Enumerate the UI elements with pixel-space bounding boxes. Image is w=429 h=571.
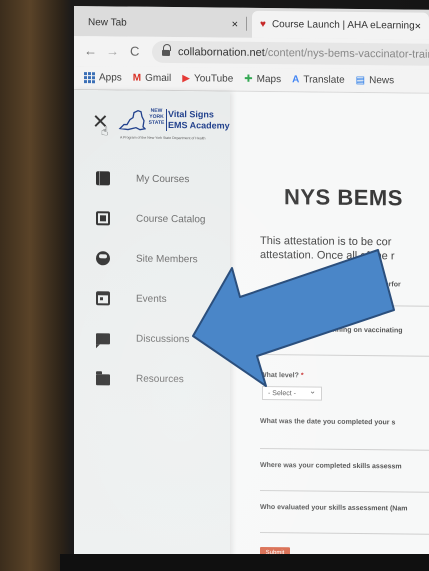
folder-icon — [96, 373, 110, 385]
required-mark: * — [300, 372, 304, 380]
menu-item-events[interactable]: Events — [74, 278, 230, 320]
translate-icon: A — [292, 74, 300, 86]
logo-state-text: NEW YORK STATE — [148, 107, 165, 126]
tab-new-tab[interactable]: New Tab × — [74, 9, 244, 38]
menu-item-course-catalog[interactable]: Course Catalog — [74, 198, 230, 240]
apps-grid-icon — [84, 72, 95, 84]
menu-item-site-members[interactable]: Site Members — [74, 238, 230, 280]
page-title: NYS BEMS — [284, 184, 403, 211]
answer-field[interactable] — [260, 353, 429, 358]
bookmark-label: Gmail — [145, 72, 172, 85]
menu-item-label: Events — [136, 293, 167, 305]
catalog-icon — [96, 211, 110, 226]
level-label: What level? * — [260, 371, 304, 380]
question-label: What was the date you completed your s — [260, 417, 396, 427]
bookmark-label: Apps — [99, 72, 122, 84]
menu-item-discussions[interactable]: Discussions — [74, 318, 230, 360]
monitor-screen: New Tab × ♥ Course Launch | AHA eLearnin… — [74, 6, 429, 570]
question-label: you planning on vaccinating — [308, 326, 403, 335]
members-icon — [96, 251, 110, 266]
answer-field[interactable] — [260, 489, 429, 494]
forward-arrow-icon[interactable]: → — [106, 43, 119, 58]
reload-icon[interactable]: C — [130, 44, 139, 59]
back-arrow-icon[interactable]: ← — [84, 43, 97, 58]
bookmark-label: YouTube — [193, 73, 234, 85]
url-path: /content/nys-bems-vaccinator-traini — [264, 46, 429, 61]
address-bar[interactable]: collabornation.net/content/nys-bems-vacc… — [152, 40, 429, 66]
answer-field[interactable] — [260, 303, 429, 308]
question-label: Who evaluated your skills assessment (Na… — [260, 503, 408, 513]
menu-item-label: Resources — [136, 373, 184, 385]
logo-tagline: A Program of the New York State Departme… — [120, 135, 206, 141]
bookmark-apps[interactable]: Apps — [84, 72, 122, 84]
question-label: on perfor — [370, 281, 401, 289]
bookmark-gmail[interactable]: M Gmail — [133, 73, 171, 84]
menu-item-label: Discussions — [136, 333, 190, 345]
youtube-icon: ▶ — [182, 73, 190, 85]
bookmark-label: Maps — [256, 73, 282, 86]
maps-icon: ✚ — [244, 73, 253, 85]
lock-icon — [162, 47, 170, 56]
browser-toolbar: ← → C collabornation.net/content/nys-bem… — [74, 36, 429, 70]
news-icon: ▤ — [355, 74, 366, 87]
aha-heart-icon: ♥ — [260, 18, 266, 31]
tab-close-icon[interactable]: × — [232, 18, 238, 30]
bookmark-news[interactable]: ▤ News — [356, 75, 394, 86]
logo-title: EMS Academy — [168, 119, 230, 131]
answer-field[interactable] — [260, 447, 429, 452]
menu-item-label: My Courses — [136, 173, 190, 185]
answer-field[interactable] — [260, 531, 429, 536]
monitor-bezel — [60, 554, 429, 571]
tab-close-icon[interactable]: × — [415, 20, 421, 32]
attestation-form: NYS BEMS This attestation is to be cor a… — [230, 92, 429, 570]
tab-label: Course Launch | AHA eLearning — [271, 19, 415, 32]
url-host: collabornation.net — [178, 46, 265, 59]
calendar-icon — [96, 291, 110, 306]
discussion-icon — [96, 332, 110, 344]
browser-tab-strip: New Tab × ♥ Course Launch | AHA eLearnin… — [74, 6, 429, 40]
tab-course-launch[interactable]: ♥ Course Launch | AHA eLearning × — [252, 10, 429, 40]
bookmark-label: Translate — [303, 74, 345, 86]
ny-state-outline-icon — [118, 109, 146, 131]
bookmark-youtube[interactable]: ▶ YouTube — [182, 73, 233, 85]
tab-separator — [246, 16, 247, 31]
vital-signs-logo[interactable]: NEW YORK STATE Vital Signs EMS Academy A… — [118, 104, 238, 145]
hand-pointer-icon: ☝ — [101, 124, 109, 139]
bookmark-maps[interactable]: ✚ Maps — [244, 74, 281, 85]
question-label: Where was your completed skills assessm — [260, 461, 402, 471]
menu-item-my-courses[interactable]: My Courses — [74, 158, 230, 200]
web-page: NYS BEMS This attestation is to be cor a… — [74, 90, 429, 570]
side-drawer: ✕ ☝ NEW YORK STATE Vital Signs EMS Acade… — [74, 90, 230, 568]
level-select[interactable]: - Select - — [262, 385, 322, 401]
bookmark-label: News — [369, 75, 395, 87]
bookmarks-bar: Apps M Gmail ▶ YouTube ✚ Maps A Translat… — [74, 66, 429, 94]
logo-title: Vital Signs — [168, 108, 214, 120]
logo-divider — [166, 108, 167, 131]
menu-item-resources[interactable]: Resources — [74, 358, 230, 400]
menu-item-label: Course Catalog — [136, 213, 206, 225]
tab-label: New Tab — [88, 17, 127, 29]
intro-text: This attestation is to be cor attestatio… — [260, 234, 429, 264]
menu-item-label: Site Members — [136, 253, 198, 265]
bookmark-translate[interactable]: A Translate — [292, 74, 345, 86]
intro-line: attestation. Once all of the r — [260, 248, 395, 263]
courses-book-icon — [96, 171, 110, 186]
gmail-icon: M — [132, 72, 142, 84]
drawer-menu: My Courses Course Catalog Site Members E… — [74, 158, 230, 400]
